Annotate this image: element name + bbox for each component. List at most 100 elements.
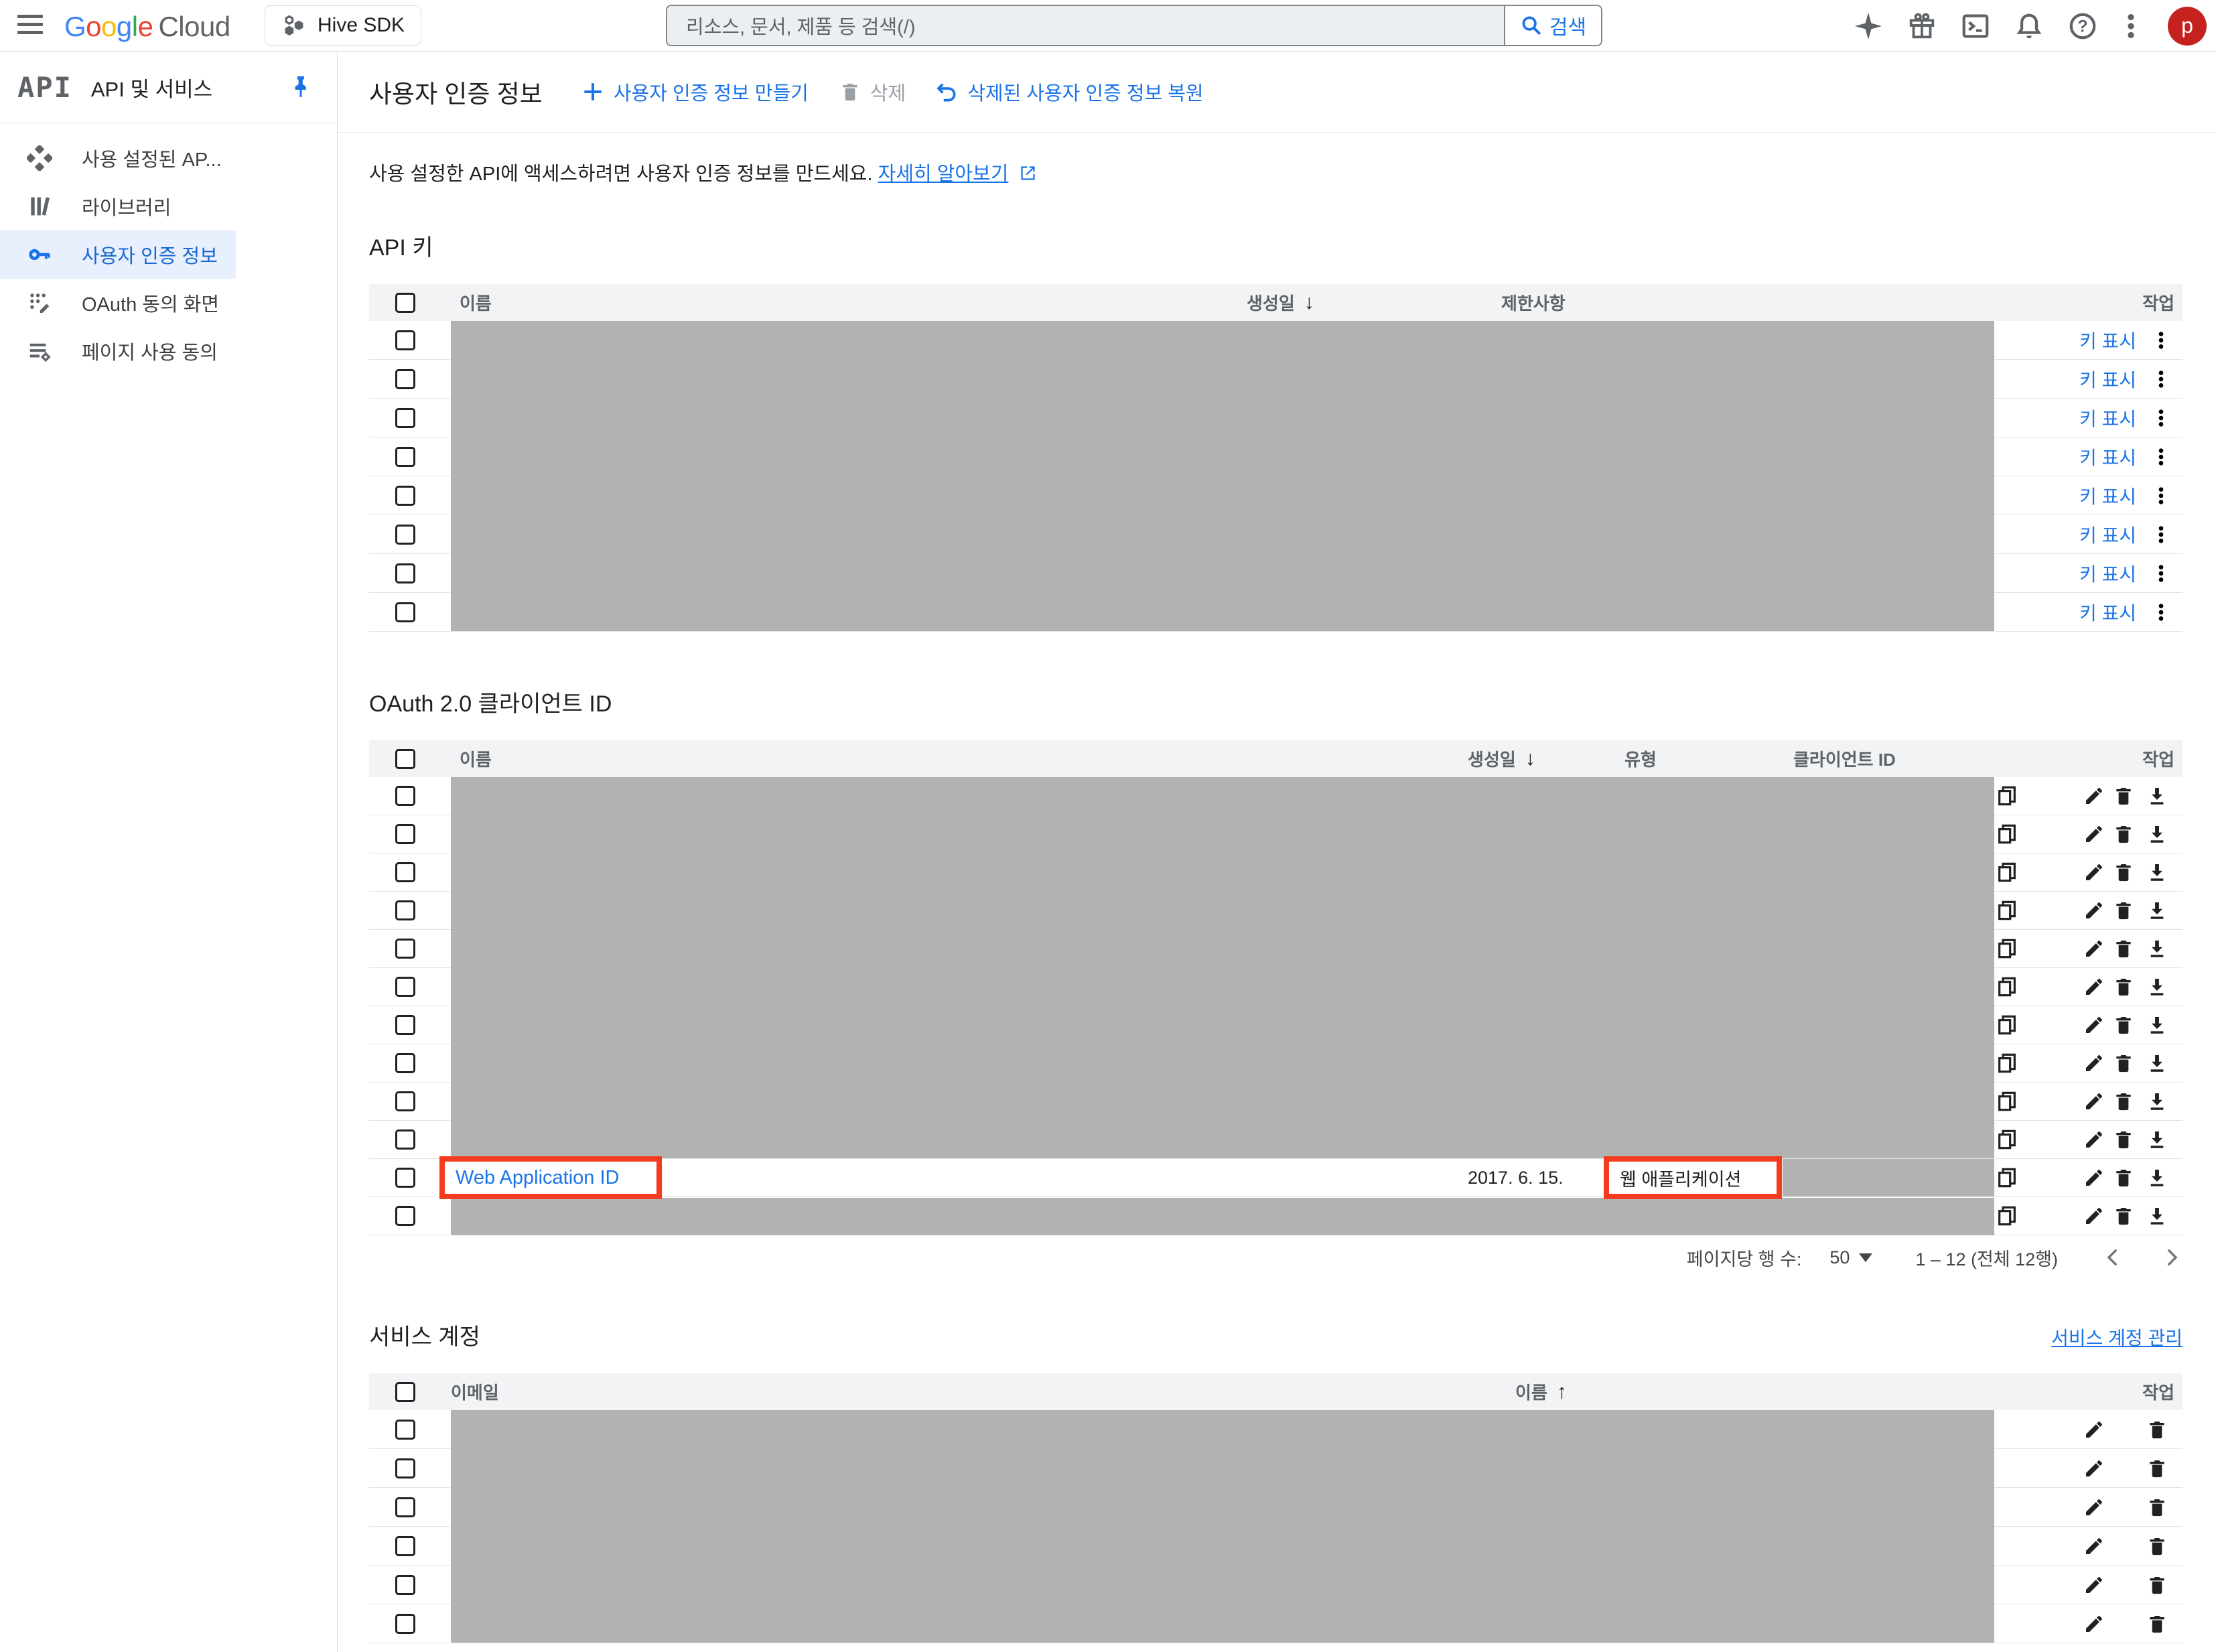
more-vert-icon[interactable] [2150, 407, 2172, 429]
sidebar-item-credentials[interactable]: 사용자 인증 정보 [0, 230, 236, 279]
trash-icon[interactable] [2146, 1574, 2168, 1596]
pin-icon[interactable] [287, 73, 314, 100]
row-checkbox[interactable] [395, 786, 415, 806]
trash-icon[interactable] [2113, 862, 2134, 883]
row-checkbox[interactable] [395, 407, 415, 428]
row-checkbox[interactable] [395, 1458, 415, 1478]
edit-icon[interactable] [2083, 1613, 2105, 1635]
show-key-link[interactable]: 키 표시 [2079, 405, 2136, 431]
create-credentials-button[interactable]: 사용자 인증 정보 만들기 [581, 78, 809, 106]
copy-icon[interactable] [1996, 785, 2018, 807]
trash-icon[interactable] [2146, 1535, 2168, 1557]
cloud-shell-icon[interactable] [1960, 11, 1991, 42]
sidebar-item-enabled-apis[interactable]: 사용 설정된 AP... [0, 134, 337, 182]
row-checkbox[interactable] [395, 824, 415, 844]
copy-icon[interactable] [1996, 1129, 2018, 1150]
next-page-icon[interactable] [2160, 1246, 2183, 1269]
oauth-client-name-link[interactable]: Web Application ID [456, 1167, 620, 1189]
trash-icon[interactable] [2113, 1052, 2134, 1074]
row-checkbox[interactable] [395, 602, 415, 622]
more-vert-icon[interactable] [2150, 330, 2172, 351]
restore-credentials-button[interactable]: 삭제된 사용자 인증 정보 복원 [935, 78, 1204, 106]
edit-icon[interactable] [2083, 1014, 2105, 1036]
show-key-link[interactable]: 키 표시 [2079, 521, 2136, 548]
copy-icon[interactable] [1996, 1014, 2018, 1036]
trash-icon[interactable] [2113, 938, 2134, 959]
more-vert-icon[interactable] [2150, 368, 2172, 390]
download-icon[interactable] [2146, 1205, 2168, 1227]
row-checkbox[interactable] [395, 1497, 415, 1517]
copy-icon[interactable] [1996, 900, 2018, 921]
download-icon[interactable] [2146, 938, 2168, 959]
edit-icon[interactable] [2083, 1129, 2105, 1150]
copy-icon[interactable] [1996, 1052, 2018, 1074]
copy-icon[interactable] [1996, 862, 2018, 883]
download-icon[interactable] [2146, 1052, 2168, 1074]
edit-icon[interactable] [2083, 1497, 2105, 1518]
select-all-checkbox[interactable] [395, 292, 415, 313]
more-vert-icon[interactable] [2121, 11, 2141, 42]
select-all-checkbox[interactable] [395, 748, 415, 769]
help-icon[interactable]: ? [2067, 11, 2098, 42]
gemini-sparkle-icon[interactable] [1853, 11, 1884, 42]
row-checkbox[interactable] [395, 1168, 415, 1188]
row-checkbox[interactable] [395, 1015, 415, 1035]
row-checkbox[interactable] [395, 1574, 415, 1595]
edit-icon[interactable] [2083, 785, 2105, 807]
row-checkbox[interactable] [395, 1206, 415, 1226]
show-key-link[interactable]: 키 표시 [2079, 366, 2136, 393]
manage-service-accounts-link[interactable]: 서비스 계정 관리 [2051, 1324, 2183, 1351]
edit-icon[interactable] [2083, 1574, 2105, 1596]
search-button[interactable]: 검색 [1504, 6, 1601, 45]
trash-icon[interactable] [2146, 1419, 2168, 1440]
show-key-link[interactable]: 키 표시 [2079, 599, 2136, 626]
row-checkbox[interactable] [395, 1129, 415, 1150]
row-checkbox[interactable] [395, 1535, 415, 1556]
row-checkbox[interactable] [395, 977, 415, 997]
sidebar-item-page-consent[interactable]: 페이지 사용 동의 [0, 327, 337, 375]
download-icon[interactable] [2146, 862, 2168, 883]
download-icon[interactable] [2146, 976, 2168, 997]
trash-icon[interactable] [2113, 1205, 2134, 1227]
copy-icon[interactable] [1996, 976, 2018, 997]
trash-icon[interactable] [2113, 785, 2134, 807]
more-vert-icon[interactable] [2150, 524, 2172, 545]
trash-icon[interactable] [2113, 1129, 2134, 1150]
download-icon[interactable] [2146, 1167, 2168, 1188]
edit-icon[interactable] [2083, 1091, 2105, 1112]
search-input[interactable]: 리소스, 문서, 제품 등 검색(/) [667, 6, 1504, 45]
edit-icon[interactable] [2083, 900, 2105, 921]
trash-icon[interactable] [2146, 1458, 2168, 1479]
trash-icon[interactable] [2113, 823, 2134, 845]
row-checkbox[interactable] [395, 862, 415, 882]
edit-icon[interactable] [2083, 1535, 2105, 1557]
copy-icon[interactable] [1996, 1091, 2018, 1112]
trash-icon[interactable] [2113, 1091, 2134, 1112]
edit-icon[interactable] [2083, 1458, 2105, 1479]
select-all-checkbox[interactable] [395, 1381, 415, 1402]
row-checkbox[interactable] [395, 1053, 415, 1073]
edit-icon[interactable] [2083, 1205, 2105, 1227]
rows-per-page-select[interactable]: 50 [1829, 1247, 1873, 1268]
row-checkbox[interactable] [395, 524, 415, 545]
google-cloud-logo[interactable]: Google Cloud [64, 11, 230, 43]
copy-icon[interactable] [1996, 823, 2018, 845]
more-vert-icon[interactable] [2150, 485, 2172, 506]
row-checkbox[interactable] [395, 446, 415, 467]
edit-icon[interactable] [2083, 1167, 2105, 1188]
row-checkbox[interactable] [395, 1613, 415, 1634]
download-icon[interactable] [2146, 900, 2168, 921]
sidebar-item-library[interactable]: 라이브러리 [0, 182, 337, 230]
edit-icon[interactable] [2083, 976, 2105, 997]
show-key-link[interactable]: 키 표시 [2079, 327, 2136, 354]
row-checkbox[interactable] [395, 1419, 415, 1440]
download-icon[interactable] [2146, 1091, 2168, 1112]
learn-more-link[interactable]: 자세히 알아보기 [878, 163, 1009, 185]
show-key-link[interactable]: 키 표시 [2079, 443, 2136, 470]
edit-icon[interactable] [2083, 938, 2105, 959]
edit-icon[interactable] [2083, 1052, 2105, 1074]
trash-icon[interactable] [2113, 900, 2134, 921]
delete-button[interactable]: 삭제 [839, 78, 906, 106]
gift-icon[interactable] [1907, 11, 1937, 42]
row-checkbox[interactable] [395, 330, 415, 350]
